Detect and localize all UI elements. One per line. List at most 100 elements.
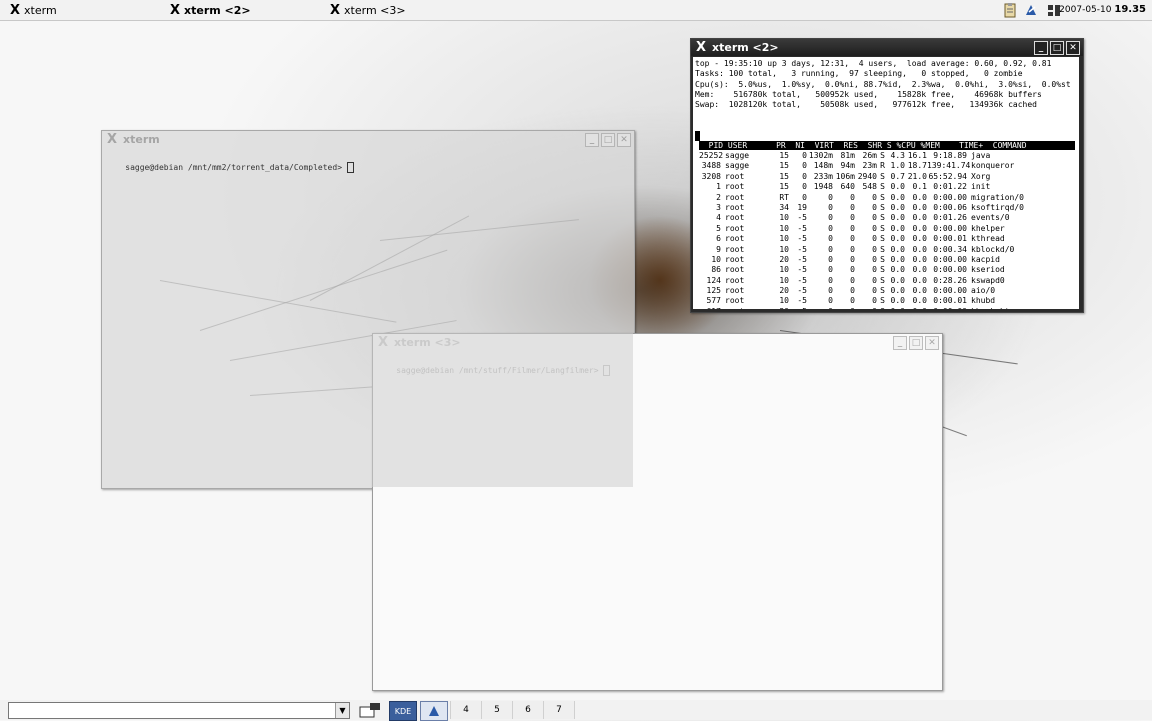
process-pid: 6 [716,234,721,244]
process-s: S [880,265,885,275]
process-cpu: 4.3 [890,151,905,160]
process-pr: 10 [779,275,789,285]
dropdown-arrow-icon[interactable]: ▼ [335,703,349,718]
terminal-output[interactable]: sagge@debian /mnt/mm2/torrent_data/Compl… [106,153,354,182]
process-mem: 0.0 [912,265,927,275]
top-summary-line: Cpu(s): 5.0%us, 1.0%sy, 0.0%ni, 88.7%id,… [695,79,1071,89]
process-row: 125 root 20 -5 0 0 0 S 0.0 0.0 0:00.00 aio/0 [699,286,1061,296]
process-mem: 0.0 [912,254,927,264]
process-mem: 18.7 [907,161,927,171]
process-table-header: PID USER PR NI VIRT RES SHR S %CPU %MEM … [699,141,1075,150]
process-mem: 0.0 [912,296,927,306]
process-shr: 26m [862,151,877,160]
process-ni: -5 [789,307,807,309]
process-res: 640 [840,182,855,192]
maximize-button[interactable]: □ [601,133,615,147]
process-pr: 10 [779,296,789,306]
process-ni: -5 [797,234,807,244]
process-time: 0:00.01 [933,234,967,244]
process-row: 2 root RT 0 0 0 0 S 0.0 0.0 0:00.00 migration/0 [699,193,1061,203]
process-cpu: 0.0 [890,286,905,296]
process-s: S [880,286,885,296]
desktop-number: 5 [494,705,500,715]
clock[interactable]: 2007-05-10 19.35 [1059,4,1146,15]
process-time: 0:00.00 [927,307,967,309]
process-row: 6 root 10 -5 0 0 0 S 0.0 0.0 0:00.01 kthread [699,234,1061,244]
minimize-button[interactable]: _ [585,133,599,147]
process-s: S [880,171,885,181]
top-output[interactable]: top - 19:35:10 up 3 days, 12:31, 4 users… [693,57,1079,309]
desktop-5-button[interactable]: 5 [481,701,512,719]
show-desktop-icon[interactable] [358,702,384,718]
process-res: 81m [840,151,855,160]
process-pid: 25252 [699,151,724,160]
desktop-7-button[interactable]: 7 [543,701,575,719]
task-xterm-3[interactable]: X xterm <3> [330,2,406,18]
process-virt: 1948 [813,182,833,192]
process-shr: 0 [855,307,877,309]
process-virt: 0 [828,192,833,202]
process-s: S [880,296,885,306]
kde-launcher-button[interactable] [420,701,448,721]
process-cpu: 0.0 [890,182,905,192]
process-shr: 548 [862,182,877,192]
maximize-button[interactable]: □ [909,336,923,350]
process-row: 1 root 15 0 1948 640 548 S 0.0 0.1 0:01.22 init [699,182,1061,192]
process-row: 577 root 10 -5 0 0 0 S 0.0 0.0 0:00.01 khubd [699,296,1061,306]
process-row: 4 root 10 -5 0 0 0 S 0.0 0.0 0:01.26 events/0 [699,213,1061,223]
process-shr: 0 [872,234,877,244]
process-ni: -5 [797,286,807,296]
process-mem: 0.0 [912,213,927,223]
process-s: S [880,275,885,285]
process-mem: 0.1 [912,182,927,192]
process-ni: 0 [802,182,807,192]
process-pr: 15 [779,182,789,192]
clipboard-icon[interactable] [1002,2,1018,18]
terminal-output[interactable]: sagge@debian /mnt/stuff/Filmer/Langfilme… [377,356,611,385]
process-shr: 0 [872,213,877,223]
process-time: 65:52.94 [928,171,967,181]
process-ni: -5 [797,213,807,223]
process-pr: 20 [779,286,789,296]
process-res: 0 [850,275,855,285]
process-virt: 148m [813,161,833,171]
desktop-6-button[interactable]: 6 [512,701,543,719]
close-button[interactable]: ✕ [925,336,939,350]
process-ni: -5 [797,223,807,233]
process-res: 94m [840,161,855,171]
process-s: S [877,307,885,309]
process-ni: -5 [797,265,807,275]
process-ni: -5 [797,254,807,264]
kde-menu-button[interactable]: KDE [389,701,417,721]
run-command-combobox[interactable]: ▼ [8,702,350,719]
x-logo-icon: X [107,132,118,147]
task-xterm[interactable]: X xterm [10,2,57,18]
close-button[interactable]: ✕ [1066,41,1080,55]
process-shr: 2940 [857,171,877,181]
window-titlebar[interactable]: X xterm _ □ ✕ [102,131,634,148]
process-mem: 0.0 [912,234,927,244]
window-titlebar[interactable]: X xterm <2> _ □ ✕ [691,39,1083,56]
window-titlebar[interactable]: X xterm <3> _ □ ✕ [373,334,942,351]
process-res: 0 [850,286,855,296]
top-summary-line: top - 19:35:10 up 3 days, 12:31, 4 users… [695,59,1052,68]
process-time: 0:00.00 [933,286,967,296]
kde-icon[interactable] [1023,2,1039,18]
xterm-2-window[interactable]: X xterm <2> _ □ ✕ top - 19:35:10 up 3 da… [690,38,1084,313]
xterm-3-window[interactable]: X xterm <3> _ □ ✕ sagge@debian /mnt/stuf… [372,333,943,691]
maximize-button[interactable]: □ [1050,41,1064,55]
process-time: 0:00.34 [933,244,967,254]
task-xterm-2[interactable]: X xterm <2> [170,2,251,18]
process-pid: 125 [706,286,721,296]
minimize-button[interactable]: _ [1034,41,1048,55]
desktop-4-button[interactable]: 4 [450,701,481,719]
minimize-button[interactable]: _ [893,336,907,350]
process-pr: 20 [779,254,789,264]
process-shr: 0 [872,223,877,233]
process-s: S [880,202,885,212]
close-button[interactable]: ✕ [617,133,631,147]
process-virt: 0 [828,275,833,285]
process-time: 139:41.74 [927,161,971,171]
process-time: 0:00.00 [933,223,967,233]
process-row: 124 root 10 -5 0 0 0 S 0.0 0.0 0:28.26 kswapd0 [699,276,1061,286]
